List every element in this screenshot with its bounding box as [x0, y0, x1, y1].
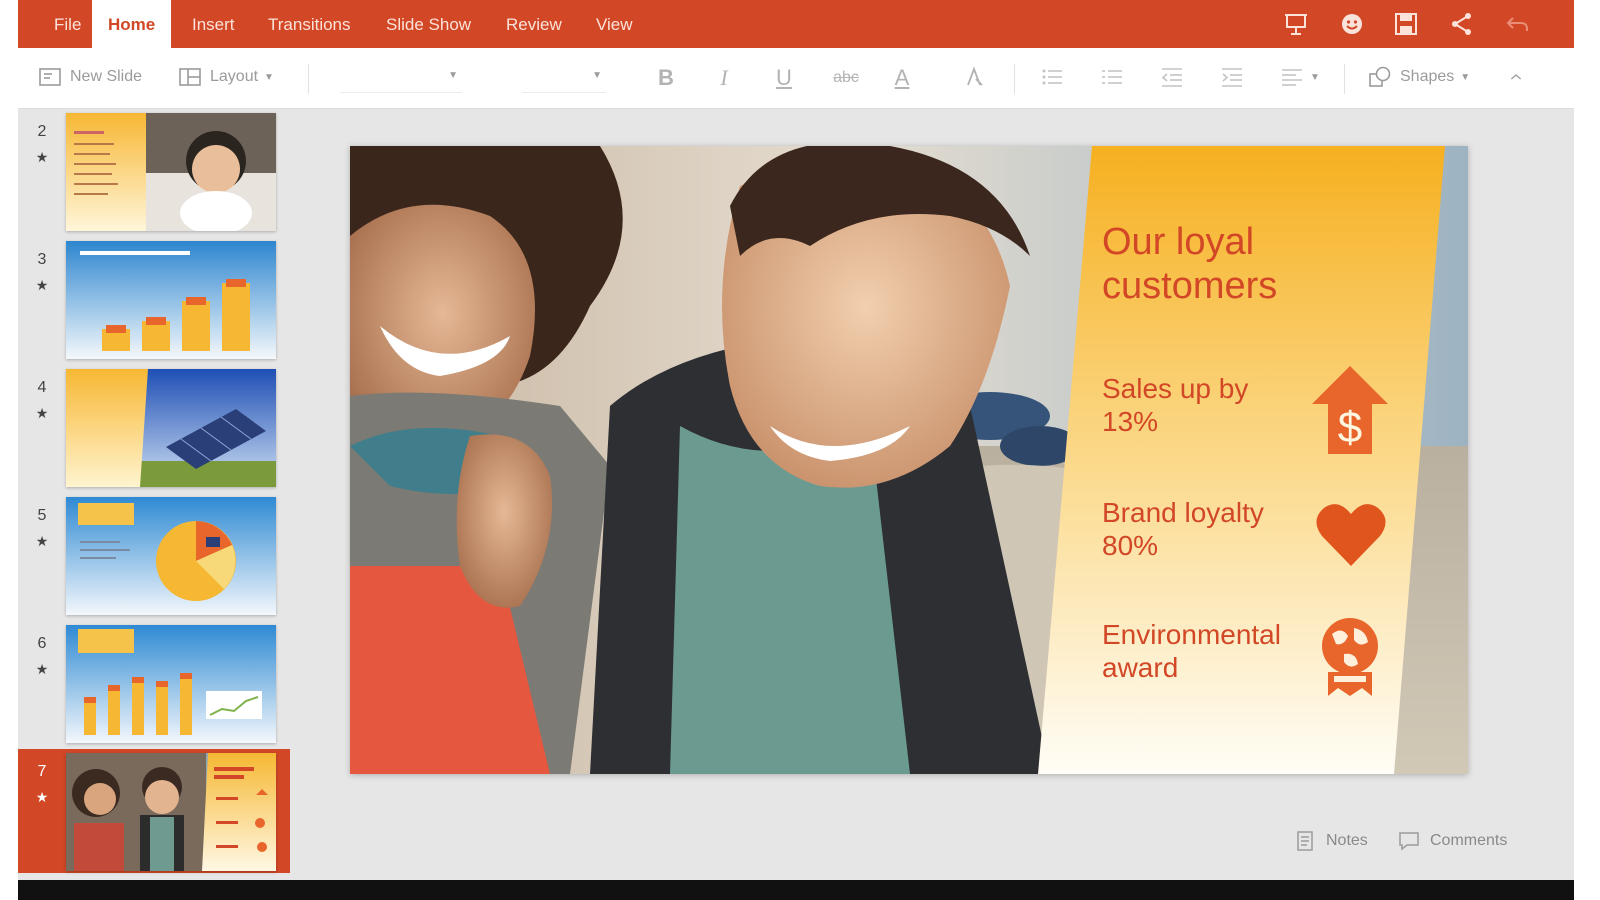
tab-review[interactable]: Review — [490, 0, 578, 48]
heart-icon — [1316, 502, 1386, 573]
undo-icon[interactable] — [1502, 8, 1534, 40]
slide-number: 7 — [37, 763, 47, 780]
feedback-smiley-icon[interactable] — [1336, 8, 1368, 40]
slide-thumbnail-5[interactable]: 5 ★ — [18, 493, 290, 617]
tab-home[interactable]: Home — [92, 0, 172, 48]
toolbar-divider — [1014, 64, 1015, 94]
chevron-down-icon: ▼ — [1460, 71, 1471, 83]
layout-button[interactable]: Layout ▼ — [178, 62, 274, 92]
notes-label: Notes — [1326, 832, 1368, 849]
shapes-button[interactable]: Shapes ▼ — [1368, 62, 1470, 92]
stat-sales[interactable]: Sales up by 13% — [1102, 372, 1312, 438]
layout-icon — [179, 68, 201, 86]
chevron-down-icon: ▼ — [592, 70, 602, 81]
slide-title[interactable]: Our loyal customers — [1102, 220, 1382, 308]
tab-insert[interactable]: Insert — [176, 0, 251, 48]
shapes-icon — [1369, 66, 1391, 87]
notes-icon — [1297, 831, 1313, 851]
tab-transitions[interactable]: Transitions — [252, 0, 367, 48]
toolbar-divider — [308, 64, 309, 94]
slide-number: 5 — [37, 507, 47, 524]
bullets-icon[interactable] — [1040, 62, 1064, 92]
slide-number: 6 — [37, 635, 47, 652]
animation-star-icon: ★ — [35, 277, 49, 293]
globe-award-icon — [1318, 616, 1382, 703]
slide-thumbnail-image — [66, 753, 276, 871]
shapes-label: Shapes — [1400, 68, 1455, 85]
share-icon[interactable] — [1446, 8, 1478, 40]
ribbon-tab-bar: File Home Insert Transitions Slide Show … — [18, 0, 1574, 48]
slide-thumbnail-image — [66, 625, 276, 743]
slide-number: 2 — [37, 123, 47, 140]
dollar-up-arrow-icon: $ — [1310, 364, 1390, 461]
new-slide-label: New Slide — [70, 68, 143, 85]
animation-star-icon: ★ — [35, 405, 49, 421]
tab-view[interactable]: View — [580, 0, 649, 48]
animation-star-icon: ★ — [35, 533, 49, 549]
align-button[interactable]: ▼ — [1280, 62, 1320, 92]
present-icon[interactable] — [1280, 8, 1312, 40]
svg-text:$: $ — [1338, 403, 1362, 452]
bold-button[interactable]: B — [650, 62, 682, 94]
slide-thumbnail-6[interactable]: 6 ★ — [18, 621, 290, 745]
collapse-ribbon-icon[interactable] — [1508, 62, 1524, 92]
align-left-icon — [1282, 69, 1302, 86]
comments-button[interactable]: Comments — [1398, 826, 1507, 856]
font-size-select[interactable]: ▼ — [522, 62, 606, 93]
animation-star-icon: ★ — [35, 149, 49, 165]
slide-thumbnail-3[interactable]: 3 ★ — [18, 237, 290, 361]
slide-thumbnail-4[interactable]: 4 ★ — [18, 365, 290, 489]
slide-thumbnail-image — [66, 113, 276, 231]
decrease-indent-icon[interactable] — [1160, 62, 1184, 92]
stat-environmental-award[interactable]: Environmental award — [1102, 618, 1312, 684]
chevron-down-icon: ▼ — [448, 70, 458, 81]
slide-thumbnail-pane: 2 ★ 3 ★ 4 ★ 5 ★ 6 ★ 7 ★ — [18, 109, 290, 879]
slide-thumbnail-image — [66, 241, 276, 359]
slide-canvas[interactable]: Our loyal customers Sales up by 13% $ Br… — [350, 146, 1468, 774]
tab-file[interactable]: File — [38, 0, 97, 48]
notes-button[interactable]: Notes — [1294, 826, 1368, 856]
new-slide-icon — [39, 68, 61, 86]
system-navigation-bar — [18, 880, 1574, 900]
toolbar-divider — [1344, 64, 1345, 94]
chevron-down-icon: ▼ — [1310, 71, 1320, 83]
layout-label: Layout — [210, 68, 259, 85]
numbering-icon[interactable] — [1100, 62, 1124, 92]
slide-number: 4 — [37, 379, 47, 396]
powerpoint-app: File Home Insert Transitions Slide Show … — [18, 0, 1574, 900]
comment-icon — [1399, 832, 1419, 851]
tab-slide-show[interactable]: Slide Show — [370, 0, 487, 48]
animation-star-icon: ★ — [35, 661, 49, 677]
font-name-select[interactable]: ▼ — [340, 62, 462, 93]
strikethrough-button[interactable]: abc — [826, 62, 866, 94]
font-color-button[interactable]: A — [886, 62, 918, 94]
italic-button[interactable]: I — [708, 62, 740, 94]
new-slide-button[interactable]: New Slide — [38, 62, 142, 92]
slide-number: 3 — [37, 251, 47, 268]
underline-button[interactable]: U — [768, 62, 800, 94]
comments-label: Comments — [1430, 832, 1508, 849]
home-toolbar: New Slide Layout ▼ ▼ ▼ B I U abc A ▼ Sha… — [18, 48, 1574, 109]
stat-brand-loyalty[interactable]: Brand loyalty 80% — [1102, 496, 1312, 562]
save-icon[interactable] — [1390, 8, 1422, 40]
clear-format-icon[interactable] — [962, 62, 986, 92]
slide-thumbnail-2[interactable]: 2 ★ — [18, 109, 290, 233]
chevron-down-icon: ▼ — [264, 71, 274, 83]
animation-star-icon: ★ — [35, 789, 49, 805]
slide-thumbnail-image — [66, 497, 276, 615]
slide-thumbnail-image — [66, 369, 276, 487]
slide-thumbnail-7[interactable]: 7 ★ — [18, 749, 290, 873]
increase-indent-icon[interactable] — [1220, 62, 1244, 92]
